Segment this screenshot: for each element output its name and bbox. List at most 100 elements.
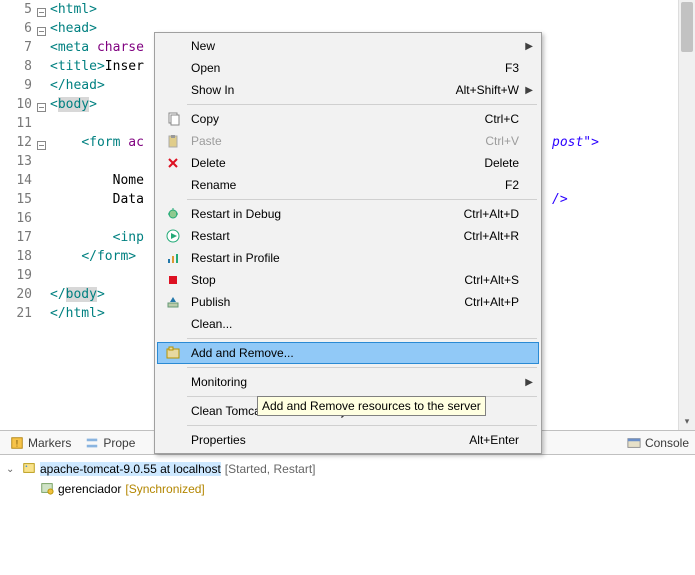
menu-item-show-in[interactable]: Show InAlt+Shift+W ▶ — [157, 79, 539, 101]
code-content[interactable]: </head> — [36, 76, 105, 95]
server-icon — [22, 461, 36, 478]
submenu-arrow-icon: ▶ — [525, 377, 533, 388]
line-number: 20 — [0, 285, 36, 304]
fold-icon[interactable] — [37, 99, 46, 108]
menu-label: Paste — [185, 134, 485, 148]
module-row[interactable]: gerenciador [Synchronized] — [6, 479, 689, 499]
line-number: 9 — [0, 76, 36, 95]
line-number: 17 — [0, 228, 36, 247]
menu-label: Copy — [185, 112, 485, 126]
publish-icon — [161, 295, 185, 309]
menu-item-properties[interactable]: PropertiesAlt+Enter — [157, 429, 539, 451]
code-content[interactable] — [36, 114, 50, 133]
menu-item-paste: PasteCtrl+V — [157, 130, 539, 152]
server-status: [Started, Restart] — [225, 462, 316, 476]
menu-shortcut: Ctrl+V — [485, 134, 519, 148]
line-number: 8 — [0, 57, 36, 76]
debug-icon — [161, 207, 185, 221]
code-content[interactable] — [36, 209, 50, 228]
menu-label: Open — [185, 61, 505, 75]
scrollbar-thumb[interactable] — [681, 2, 693, 52]
line-number: 5 — [0, 0, 36, 19]
code-content[interactable]: <title>Inser — [36, 57, 144, 76]
tab-console[interactable]: Console — [621, 434, 695, 452]
menu-separator — [187, 338, 537, 339]
server-row[interactable]: ⌄ apache-tomcat-9.0.55 at localhost [Sta… — [6, 459, 689, 479]
menu-item-clean[interactable]: Clean... — [157, 313, 539, 335]
tree-expander-icon[interactable]: ⌄ — [6, 464, 18, 475]
menu-shortcut: Alt+Shift+W — [456, 83, 519, 97]
tab-markers[interactable]: ! Markers — [4, 434, 77, 452]
line-number: 10 — [0, 95, 36, 114]
menu-label: Restart in Profile — [185, 251, 519, 265]
menu-label: Show In — [185, 83, 456, 97]
menu-item-new[interactable]: New▶ — [157, 35, 539, 57]
menu-shortcut: Delete — [484, 156, 519, 170]
menu-shortcut: Ctrl+Alt+D — [464, 207, 519, 221]
delete-icon — [161, 156, 185, 170]
menu-label: Add and Remove... — [185, 346, 519, 360]
menu-item-monitoring[interactable]: Monitoring ▶ — [157, 371, 539, 393]
fold-icon[interactable] — [37, 23, 46, 32]
menu-item-publish[interactable]: PublishCtrl+Alt+P — [157, 291, 539, 313]
menu-shortcut: Alt+Enter — [469, 433, 519, 447]
stop-icon — [161, 273, 185, 287]
code-content[interactable]: <inp — [36, 228, 144, 247]
line-number: 13 — [0, 152, 36, 171]
vertical-scrollbar[interactable]: ▴ ▾ — [678, 0, 695, 430]
fold-icon[interactable] — [37, 137, 46, 146]
server-name: apache-tomcat-9.0.55 at localhost — [40, 462, 221, 476]
menu-shortcut: Ctrl+Alt+P — [464, 295, 519, 309]
menu-label: Rename — [185, 178, 505, 192]
menu-item-rename[interactable]: RenameF2 — [157, 174, 539, 196]
menu-label: Clean... — [185, 317, 519, 331]
menu-item-add-and-remove[interactable]: Add and Remove... — [157, 342, 539, 364]
code-content[interactable]: <meta charse — [36, 38, 144, 57]
menu-separator — [187, 104, 537, 105]
menu-item-open[interactable]: OpenF3 — [157, 57, 539, 79]
code-content[interactable]: Nome — [36, 171, 144, 190]
scroll-down-arrow[interactable]: ▾ — [679, 413, 695, 430]
tab-label: Markers — [28, 436, 71, 450]
line-number: 6 — [0, 19, 36, 38]
code-content[interactable]: </body> — [36, 285, 105, 304]
menu-shortcut: F3 — [505, 61, 519, 75]
menu-item-copy[interactable]: CopyCtrl+C — [157, 108, 539, 130]
line-number: 16 — [0, 209, 36, 228]
menu-item-delete[interactable]: DeleteDelete — [157, 152, 539, 174]
addremove-icon — [161, 346, 185, 360]
menu-label: Stop — [185, 273, 464, 287]
tab-properties[interactable]: Prope — [79, 434, 141, 452]
code-trail: /> — [552, 190, 568, 209]
svg-text:!: ! — [16, 438, 18, 448]
code-trail: post"> — [552, 133, 599, 152]
menu-item-restart-in-debug[interactable]: Restart in DebugCtrl+Alt+D — [157, 203, 539, 225]
line-number: 7 — [0, 38, 36, 57]
tab-label: Console — [645, 436, 689, 450]
properties-icon — [85, 436, 99, 450]
menu-shortcut: F2 — [505, 178, 519, 192]
code-content[interactable] — [36, 266, 50, 285]
line-number: 14 — [0, 171, 36, 190]
menu-separator — [187, 425, 537, 426]
fold-icon[interactable] — [37, 4, 46, 13]
code-content[interactable] — [36, 152, 50, 171]
code-content[interactable]: Data — [36, 190, 144, 209]
line-number: 15 — [0, 190, 36, 209]
code-content[interactable]: </html> — [36, 304, 105, 323]
line-number: 19 — [0, 266, 36, 285]
submenu-arrow-icon: ▶ — [525, 41, 533, 52]
menu-label: Monitoring — [185, 375, 519, 389]
code-content[interactable]: </form> — [36, 247, 136, 266]
menu-item-restart[interactable]: RestartCtrl+Alt+R — [157, 225, 539, 247]
module-status: [Synchronized] — [125, 482, 204, 496]
menu-item-restart-in-profile[interactable]: Restart in Profile — [157, 247, 539, 269]
menu-item-stop[interactable]: StopCtrl+Alt+S — [157, 269, 539, 291]
line-number: 11 — [0, 114, 36, 133]
menu-shortcut: Ctrl+C — [485, 112, 519, 126]
submenu-arrow-icon: ▶ — [525, 85, 533, 96]
module-icon — [40, 481, 54, 498]
code-content[interactable]: <form ac — [36, 133, 144, 152]
servers-tree: ⌄ apache-tomcat-9.0.55 at localhost [Sta… — [0, 455, 695, 503]
tooltip: Add and Remove resources to the server — [257, 396, 486, 416]
